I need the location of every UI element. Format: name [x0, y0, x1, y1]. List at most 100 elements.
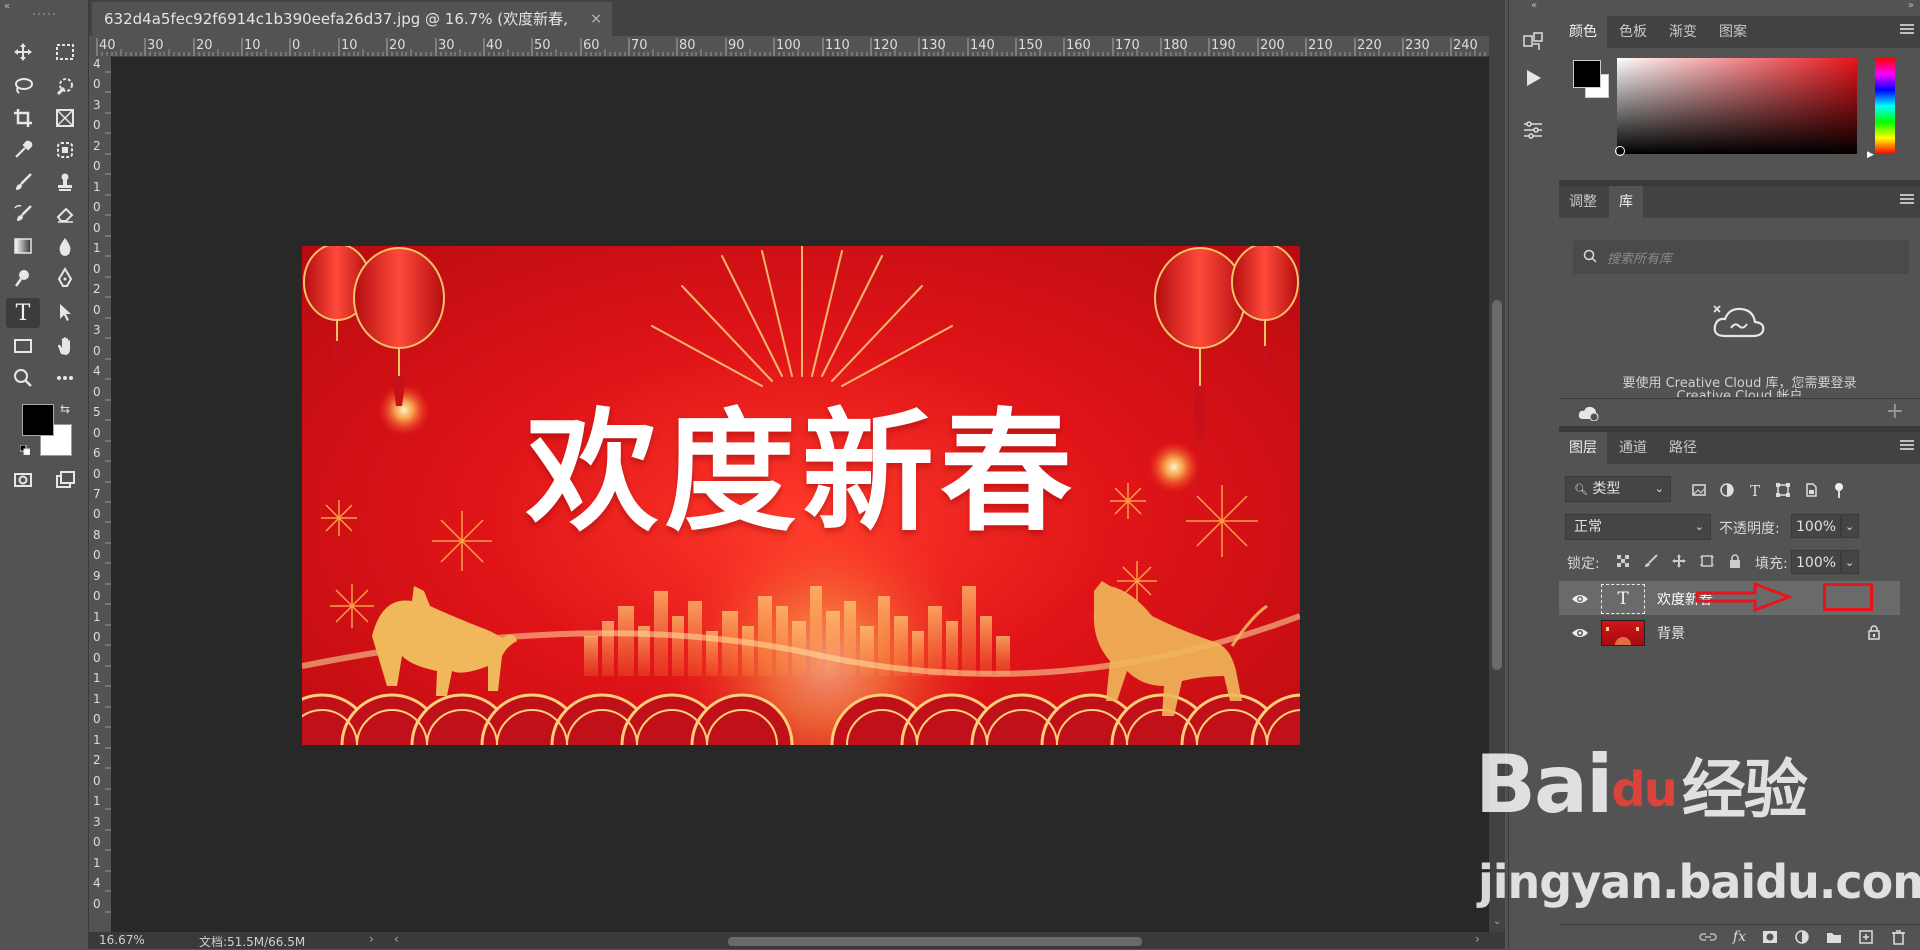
marquee-tool-icon[interactable] [50, 38, 80, 66]
type-tool-icon[interactable]: T [6, 298, 40, 328]
filter-pixel-icon[interactable] [1691, 482, 1707, 498]
tab-gradients[interactable]: 渐变 [1659, 16, 1707, 48]
stamp-tool-icon[interactable] [50, 168, 80, 196]
tab-libraries[interactable]: 库 [1609, 186, 1643, 218]
lock-position-icon[interactable] [1671, 553, 1687, 569]
history-brush-tool-icon[interactable] [8, 200, 38, 228]
hue-slider-handle-icon[interactable]: ▶ [1867, 150, 1874, 160]
filter-adjustment-icon[interactable] [1719, 482, 1735, 498]
scroll-right-arrow-icon[interactable]: › [1475, 932, 1480, 946]
collapse-panels-icon[interactable]: » [1908, 0, 1914, 11]
eraser-tool-icon[interactable] [50, 200, 80, 228]
toolbar-grip[interactable] [30, 2, 58, 15]
collapse-toolbar-icon[interactable]: « [4, 1, 10, 12]
screen-mode-icon[interactable] [50, 466, 80, 494]
tab-color[interactable]: 颜色 [1559, 16, 1607, 48]
color-picker-cursor[interactable] [1615, 146, 1625, 156]
opacity-input[interactable]: 100% [1791, 514, 1841, 538]
swap-colors-icon[interactable]: ⇆ [60, 402, 70, 416]
filter-type-icon[interactable]: T [1747, 482, 1763, 498]
lock-all-icon[interactable] [1727, 553, 1743, 569]
horizontal-ruler[interactable]: 40 30 20 10 0 10 20 30 40 50 60 70 80 90 100 110 120 130 1… [89, 36, 1489, 57]
lock-transparent-icon[interactable] [1615, 553, 1631, 569]
eyedropper-tool-icon[interactable] [8, 136, 38, 164]
ruler-label: 0 [93, 221, 101, 235]
visibility-eye-icon[interactable] [1571, 591, 1589, 605]
crop-tool-icon[interactable] [8, 104, 38, 132]
scroll-left-arrow-icon[interactable]: ‹ [394, 932, 399, 946]
scroll-down-arrow-icon[interactable]: ⌄ [1493, 916, 1501, 927]
blur-tool-icon[interactable] [50, 232, 80, 260]
lock-pixels-icon[interactable] [1643, 553, 1659, 569]
default-colors-icon[interactable] [19, 440, 31, 456]
color-field[interactable] [1617, 58, 1857, 154]
frame-tool-icon[interactable] [50, 104, 80, 132]
visibility-eye-icon[interactable] [1571, 625, 1589, 639]
more-tools-icon[interactable] [50, 364, 80, 392]
collapse-strip-icon[interactable]: « [1531, 0, 1537, 11]
lasso-tool-icon[interactable] [8, 72, 38, 100]
library-panel-menu-icon[interactable] [1900, 194, 1914, 206]
ox-left-papercut [372, 586, 517, 696]
quick-mask-icon[interactable] [8, 466, 38, 494]
filter-shape-icon[interactable] [1775, 482, 1791, 498]
zoom-tool-icon[interactable] [8, 364, 38, 392]
layer-lock-icon[interactable] [1867, 624, 1881, 644]
delete-layer-icon[interactable] [1890, 929, 1906, 945]
move-tool-icon[interactable] [8, 38, 38, 66]
pen-tool-icon[interactable] [50, 264, 80, 292]
actions-play-icon[interactable] [1521, 66, 1545, 90]
link-layers-icon[interactable] [1699, 930, 1717, 944]
brush-tool-icon[interactable] [8, 168, 38, 196]
history-panel-icon[interactable] [1521, 30, 1545, 54]
layer-name[interactable]: 背景 [1657, 623, 1685, 643]
properties-panel-icon[interactable] [1521, 118, 1545, 142]
layer-style-fx-icon[interactable]: fx [1733, 929, 1746, 945]
tab-patterns[interactable]: 图案 [1709, 16, 1757, 48]
new-layer-icon[interactable] [1858, 929, 1874, 945]
layer-filter-select[interactable]: 🔍︎ 类型 ⌄ [1565, 476, 1671, 502]
library-search-box[interactable]: 搜索所有库 [1573, 240, 1909, 274]
lock-artboard-icon[interactable] [1699, 553, 1715, 569]
add-mask-icon[interactable] [1762, 929, 1778, 945]
vertical-ruler[interactable]: 4 0 3 0 2 0 1 0 0 1 0 2 0 3 0 4 0 5 0 6 0 7 0 8 0 9 0 1 0 0 1 1 0 1 2 0 1 3 0 1… [89, 56, 112, 932]
hue-slider[interactable] [1875, 58, 1895, 154]
banner-image[interactable]: 欢度新春 [302, 246, 1300, 745]
add-library-icon[interactable]: + [1886, 399, 1904, 424]
tab-adjustments[interactable]: 调整 [1559, 186, 1607, 218]
quick-select-tool-icon[interactable] [50, 72, 80, 100]
tab-swatches[interactable]: 色板 [1609, 16, 1657, 48]
fill-input[interactable]: 100% [1791, 550, 1841, 574]
layers-panel-menu-icon[interactable] [1900, 440, 1914, 452]
tab-channels[interactable]: 通道 [1609, 432, 1657, 464]
horizontal-ruler-marks: 40 30 20 10 0 10 20 30 40 50 60 70 80 90 100 110 120 130 1… [96, 38, 1486, 56]
tab-layers[interactable]: 图层 [1559, 432, 1607, 464]
zoom-level[interactable]: 16.67% [99, 933, 145, 947]
filter-smart-object-icon[interactable] [1803, 482, 1819, 498]
document-tab[interactable]: 632d4a5fec92f6914c1b390eefa26d37.jpg @ 1… [92, 2, 612, 62]
gradient-tool-icon[interactable] [8, 232, 38, 260]
blend-mode-select[interactable]: 正常 ⌄ [1565, 514, 1711, 540]
vertical-scroll-thumb[interactable] [1492, 300, 1502, 670]
dodge-tool-icon[interactable] [8, 264, 38, 292]
opacity-dropdown-icon[interactable]: ⌄ [1841, 514, 1859, 538]
path-select-tool-icon[interactable] [50, 298, 80, 326]
fill-dropdown-icon[interactable]: ⌄ [1841, 550, 1859, 574]
spot-healing-tool-icon[interactable] [50, 136, 80, 164]
new-group-icon[interactable] [1826, 929, 1842, 945]
document-size[interactable]: 文档:51.5M/66.5M [199, 933, 305, 950]
ruler-label: 2 [93, 753, 101, 767]
horizontal-scroll-thumb[interactable] [728, 937, 1142, 946]
cloud-sync-icon[interactable] [1577, 405, 1599, 425]
color-panel-foreground-top[interactable] [1573, 60, 1601, 88]
adjustment-layer-icon[interactable] [1794, 929, 1810, 945]
tab-paths[interactable]: 路径 [1659, 432, 1707, 464]
layer-row-background[interactable]: 背景 [1559, 615, 1900, 653]
filter-toggle-icon[interactable] [1831, 482, 1847, 498]
rectangle-tool-icon[interactable] [8, 332, 38, 360]
close-tab-icon[interactable]: × [590, 2, 602, 36]
hand-tool-icon[interactable] [50, 332, 80, 360]
status-menu-arrow-icon[interactable]: › [369, 932, 374, 946]
color-panel-menu-icon[interactable] [1900, 24, 1914, 36]
foreground-color-swatch-top[interactable] [22, 404, 54, 436]
